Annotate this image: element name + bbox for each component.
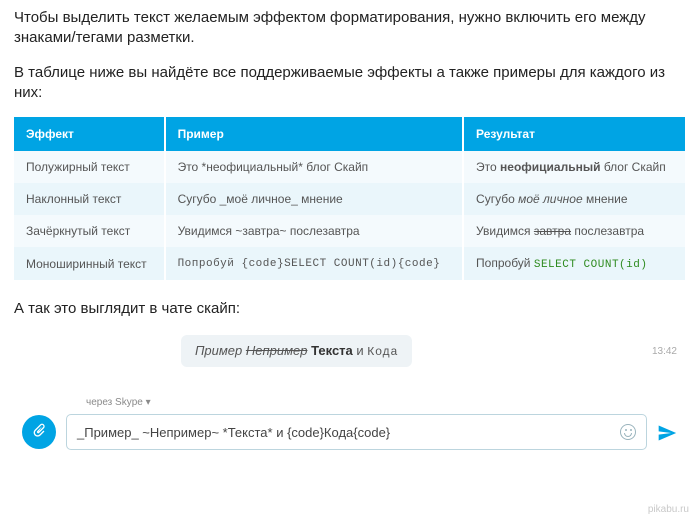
- chat-preview-label: А так это выглядит в чате скайп:: [14, 300, 685, 317]
- table-row: Зачёркнутый текст Увидимся ~завтра~ посл…: [14, 215, 685, 247]
- via-skype-label[interactable]: через Skype ▾: [16, 397, 683, 408]
- watermark: pikabu.ru: [648, 504, 689, 515]
- message-time: 13:42: [652, 346, 683, 357]
- table-row: Полужирный текст Это *неофициальный* бло…: [14, 151, 685, 183]
- cell-effect: Зачёркнутый текст: [14, 215, 165, 247]
- message-input[interactable]: _Пример_ ~Непример~ *Текста* и {code}Код…: [66, 414, 647, 450]
- cell-example: Увидимся ~завтра~ послезавтра: [165, 215, 463, 247]
- message-input-text: _Пример_ ~Непример~ *Текста* и {code}Код…: [77, 425, 390, 440]
- cell-effect: Моноширинный текст: [14, 247, 165, 280]
- cell-example: Попробуй {code}SELECT COUNT(id){code}: [165, 247, 463, 280]
- send-button[interactable]: [657, 423, 677, 441]
- intro-paragraph-2: В таблице ниже вы найдёте все поддержива…: [14, 63, 685, 104]
- cell-example: Это *неофициальный* блог Скайп: [165, 151, 463, 183]
- cell-effect: Наклонный текст: [14, 183, 165, 215]
- cell-effect: Полужирный текст: [14, 151, 165, 183]
- formatting-table: Эффект Пример Результат Полужирный текст…: [14, 117, 685, 280]
- send-icon: [657, 430, 677, 447]
- intro-paragraph-1: Чтобы выделить текст желаемым эффектом ф…: [14, 8, 685, 49]
- th-result: Результат: [463, 117, 685, 151]
- paperclip-icon: [31, 422, 47, 443]
- chat-message-bubble: Пример Непример Текста и Кода: [181, 335, 412, 367]
- cell-result: Попробуй SELECT COUNT(id): [463, 247, 685, 280]
- table-row: Наклонный текст Сугубо _моё личное_ мнен…: [14, 183, 685, 215]
- th-effect: Эффект: [14, 117, 165, 151]
- emoji-icon[interactable]: [620, 424, 636, 440]
- chat-area: Пример Непример Текста и Кода 13:42 чере…: [16, 335, 683, 450]
- cell-result: Сугубо моё личное мнение: [463, 183, 685, 215]
- th-example: Пример: [165, 117, 463, 151]
- cell-example: Сугубо _моё личное_ мнение: [165, 183, 463, 215]
- attach-button[interactable]: [22, 415, 56, 449]
- cell-result: Это неофициальный блог Скайп: [463, 151, 685, 183]
- table-row: Моноширинный текст Попробуй {code}SELECT…: [14, 247, 685, 280]
- cell-result: Увидимся завтра послезавтра: [463, 215, 685, 247]
